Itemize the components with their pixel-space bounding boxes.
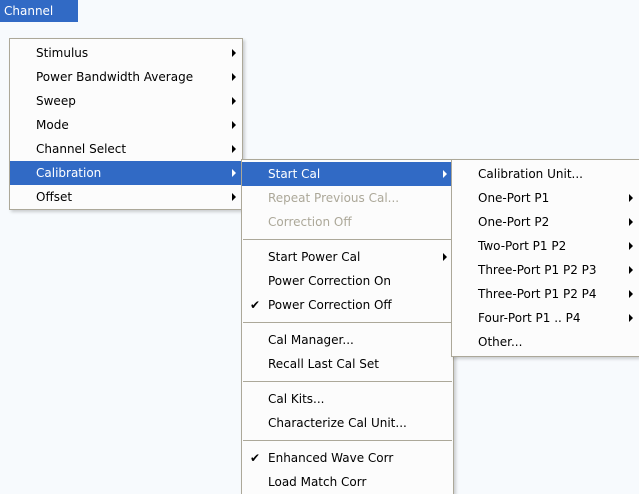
menu-item-channel-select[interactable]: Channel Select bbox=[10, 137, 242, 161]
menu-item-label: Start Power Cal bbox=[268, 250, 361, 264]
menu-item-characterize-cal-unit[interactable]: Characterize Cal Unit... bbox=[242, 411, 453, 435]
menu-item-one-port-p1[interactable]: One-Port P1 bbox=[452, 186, 639, 210]
menu-item-three-port-p1-p2-p4[interactable]: Three-Port P1 P2 P4 bbox=[452, 282, 639, 306]
menu-item-label: Power Correction On bbox=[268, 274, 392, 288]
menu-item-two-port-p1-p2[interactable]: Two-Port P1 P2 bbox=[452, 234, 639, 258]
menu-item-start-power-cal[interactable]: Start Power Cal bbox=[242, 245, 453, 269]
menu-item-start-cal[interactable]: Start Cal bbox=[242, 162, 453, 186]
submenu-arrow-icon bbox=[443, 253, 447, 261]
menu-item-label: Enhanced Wave Corr bbox=[268, 451, 394, 465]
menu-item-label: Cal Kits... bbox=[268, 392, 325, 406]
menu-item-repeat-previous-cal[interactable]: Repeat Previous Cal... bbox=[242, 186, 453, 210]
menu-item-label: Cal Manager... bbox=[268, 333, 354, 347]
menu-item-enhanced-wave-corr[interactable]: ✔ Enhanced Wave Corr bbox=[242, 446, 453, 470]
menu-item-label: Offset bbox=[36, 190, 73, 204]
menu-separator bbox=[243, 239, 452, 240]
check-icon: ✔ bbox=[250, 451, 261, 465]
menu-item-label: One-Port P1 bbox=[478, 191, 550, 205]
menu-item-label: Correction Off bbox=[268, 215, 352, 229]
menu-item-offset[interactable]: Offset bbox=[10, 185, 242, 209]
submenu-arrow-icon bbox=[232, 193, 236, 201]
menu-item-label: Load Match Corr bbox=[268, 475, 367, 489]
menu-item-cal-manager[interactable]: Cal Manager... bbox=[242, 328, 453, 352]
submenu-arrow-icon bbox=[629, 290, 633, 298]
menu-item-label: Stimulus bbox=[36, 46, 89, 60]
submenu-arrow-icon bbox=[629, 266, 633, 274]
menu-item-one-port-p2[interactable]: One-Port P2 bbox=[452, 210, 639, 234]
menu-separator bbox=[243, 381, 452, 382]
submenu-arrow-icon bbox=[629, 314, 633, 322]
menu-item-label: Power Correction Off bbox=[268, 298, 392, 312]
start-cal-submenu: Calibration Unit... One-Port P1 One-Port… bbox=[451, 159, 639, 357]
calibration-submenu: Start Cal Repeat Previous Cal... Correct… bbox=[241, 159, 454, 494]
submenu-arrow-icon bbox=[232, 49, 236, 57]
menu-item-three-port-p1-p2-p3[interactable]: Three-Port P1 P2 P3 bbox=[452, 258, 639, 282]
menu-item-label: Power Bandwidth Average bbox=[36, 70, 194, 84]
menu-item-power-bandwidth-average[interactable]: Power Bandwidth Average bbox=[10, 65, 242, 89]
menu-item-label: Characterize Cal Unit... bbox=[268, 416, 407, 430]
menu-item-cal-kits[interactable]: Cal Kits... bbox=[242, 387, 453, 411]
menu-channel[interactable]: Channel bbox=[0, 0, 78, 22]
menu-item-power-correction-off[interactable]: ✔ Power Correction Off bbox=[242, 293, 453, 317]
submenu-arrow-icon bbox=[443, 170, 447, 178]
menu-item-label: One-Port P2 bbox=[478, 215, 550, 229]
menu-item-sweep[interactable]: Sweep bbox=[10, 89, 242, 113]
menu-item-label: Mode bbox=[36, 118, 69, 132]
menu-item-mode[interactable]: Mode bbox=[10, 113, 242, 137]
submenu-arrow-icon bbox=[232, 121, 236, 129]
menu-item-recall-last-cal-set[interactable]: Recall Last Cal Set bbox=[242, 352, 453, 376]
menu-item-label: Other... bbox=[478, 335, 523, 349]
submenu-arrow-icon bbox=[232, 97, 236, 105]
submenu-arrow-icon bbox=[232, 145, 236, 153]
submenu-arrow-icon bbox=[232, 73, 236, 81]
menu-item-label: Recall Last Cal Set bbox=[268, 357, 380, 371]
menu-item-label: Two-Port P1 P2 bbox=[478, 239, 567, 253]
check-icon: ✔ bbox=[250, 298, 261, 312]
menu-item-calibration[interactable]: Calibration bbox=[10, 161, 242, 185]
menu-item-label: Calibration bbox=[36, 166, 102, 180]
submenu-arrow-icon bbox=[629, 194, 633, 202]
menu-item-other[interactable]: Other... bbox=[452, 330, 639, 354]
menu-item-label: Four-Port P1 .. P4 bbox=[478, 311, 581, 325]
menu-item-calibration-unit[interactable]: Calibration Unit... bbox=[452, 162, 639, 186]
submenu-arrow-icon bbox=[232, 169, 236, 177]
submenu-arrow-icon bbox=[629, 218, 633, 226]
menu-item-four-port-p1-p4[interactable]: Four-Port P1 .. P4 bbox=[452, 306, 639, 330]
submenu-arrow-icon bbox=[629, 242, 633, 250]
menu-item-label: Three-Port P1 P2 P4 bbox=[478, 287, 597, 301]
channel-menu: Stimulus Power Bandwidth Average Sweep M… bbox=[9, 38, 243, 210]
menu-item-label: Repeat Previous Cal... bbox=[268, 191, 400, 205]
menu-item-label: Sweep bbox=[36, 94, 76, 108]
menu-item-label: Channel Select bbox=[36, 142, 127, 156]
menu-item-label: Three-Port P1 P2 P3 bbox=[478, 263, 597, 277]
menu-item-label: Calibration Unit... bbox=[478, 167, 583, 181]
menu-separator bbox=[243, 440, 452, 441]
menu-item-correction-off[interactable]: Correction Off bbox=[242, 210, 453, 234]
menu-separator bbox=[243, 322, 452, 323]
menu-item-power-correction-on[interactable]: Power Correction On bbox=[242, 269, 453, 293]
menu-item-label: Start Cal bbox=[268, 167, 321, 181]
menu-item-load-match-corr[interactable]: Load Match Corr bbox=[242, 470, 453, 494]
menu-item-stimulus[interactable]: Stimulus bbox=[10, 41, 242, 65]
